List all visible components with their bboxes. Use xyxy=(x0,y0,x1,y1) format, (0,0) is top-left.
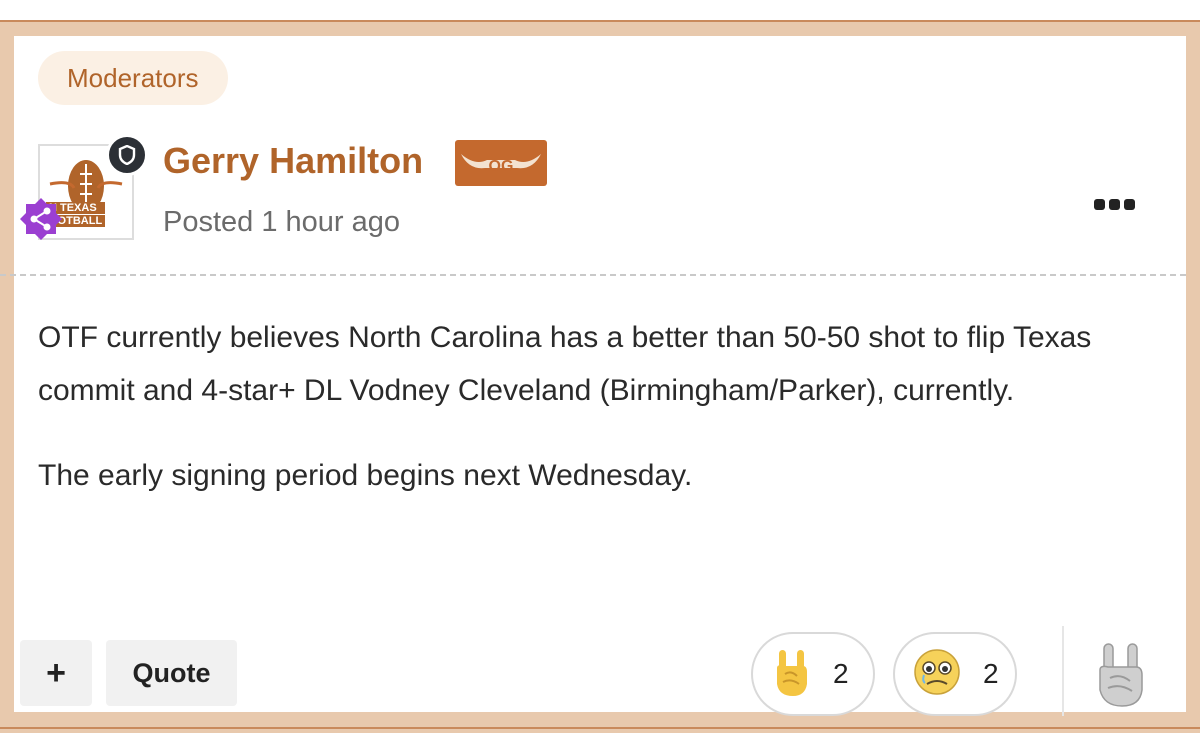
top-strip xyxy=(0,0,1200,20)
reaction-rock-on[interactable]: 2 xyxy=(751,632,875,716)
rock-on-hand-icon xyxy=(771,646,811,703)
more-options-icon[interactable] xyxy=(1094,196,1136,212)
moderator-shield-icon xyxy=(106,134,148,176)
reaction-count: 2 xyxy=(833,658,849,689)
reaction-count: 2 xyxy=(983,658,999,689)
author-name[interactable]: Gerry Hamilton xyxy=(163,140,423,182)
add-reaction-rock-on-icon[interactable] xyxy=(1092,640,1148,710)
quote-button[interactable]: Quote xyxy=(106,640,237,706)
post-body: OTF currently believes North Carolina ha… xyxy=(38,311,1148,534)
og-longhorn-badge: OG xyxy=(455,140,547,186)
share-icon[interactable] xyxy=(18,196,64,242)
role-badge[interactable]: Moderators xyxy=(38,51,228,105)
post-paragraph: OTF currently believes North Carolina ha… xyxy=(38,321,1092,407)
add-to-multiquote-button[interactable]: + xyxy=(20,640,92,706)
post-timestamp[interactable]: Posted 1 hour ago xyxy=(163,206,400,239)
header-divider xyxy=(0,274,1186,276)
post-card: Moderators N TEXAS OOTBALL Gerry Hamilto… xyxy=(0,36,1186,716)
crying-face-icon xyxy=(913,648,961,701)
reaction-separator xyxy=(1062,626,1064,716)
post-paragraph: The early signing period begins next Wed… xyxy=(38,459,693,492)
reaction-crying[interactable]: 2 xyxy=(893,632,1017,716)
svg-text:OG: OG xyxy=(489,158,514,175)
